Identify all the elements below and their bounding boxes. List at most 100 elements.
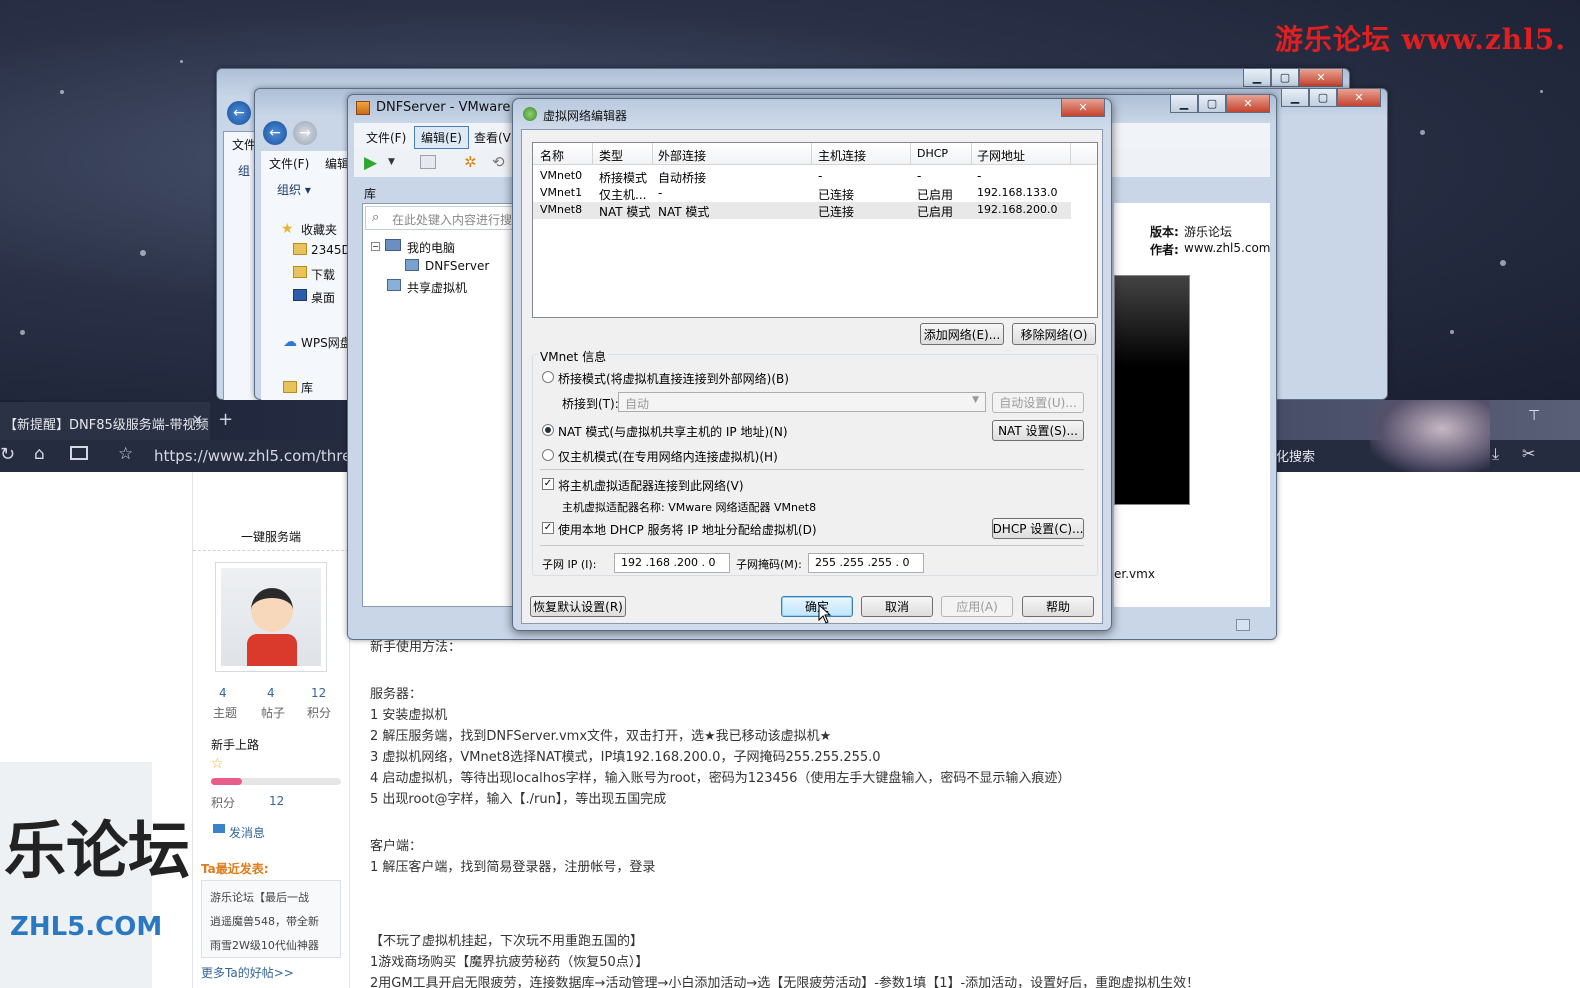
author-label: 作者: xyxy=(1150,243,1179,257)
vmware-menu-view[interactable]: 查看(V) xyxy=(474,129,516,146)
nav-item-favorites[interactable]: 收藏夹 xyxy=(301,221,337,238)
close-icon[interactable]: ✕ xyxy=(1226,95,1270,113)
dhcp-settings-button[interactable]: DHCP 设置(C)... xyxy=(992,518,1084,539)
stat-score-num[interactable]: 12 xyxy=(311,686,326,700)
collapse-icon[interactable]: − xyxy=(371,242,380,251)
add-network-button[interactable]: 添加网络(E)... xyxy=(920,323,1004,345)
vmware-menu-edit[interactable]: 编辑(E) xyxy=(414,126,469,149)
nat-mode-radio[interactable] xyxy=(542,424,554,436)
nav-item-wps[interactable]: WPS网盘 xyxy=(301,334,352,351)
tab-menu-icon[interactable]: ⊤ xyxy=(1528,408,1540,424)
send-message-link[interactable]: 发消息 xyxy=(229,824,265,841)
connect-adapter-checkbox[interactable]: ✓ xyxy=(542,478,554,490)
back-arrow-icon[interactable]: ← xyxy=(227,101,251,125)
bridge-mode-label[interactable]: 桥接模式(将虚拟机直接连接到外部网络)(B) xyxy=(558,370,789,387)
home-icon[interactable]: ⌂ xyxy=(34,444,45,464)
close-icon[interactable]: ✕ xyxy=(1299,69,1343,87)
col-dhcp[interactable]: DHCP xyxy=(917,147,948,160)
subnet-ip-field[interactable]: 192 .168 .200 . 0 xyxy=(614,553,730,573)
col-type[interactable]: 类型 xyxy=(599,147,623,164)
search-hint[interactable]: 化搜索 xyxy=(1276,446,1315,465)
col-host[interactable]: 主机连接 xyxy=(818,147,866,164)
restore-defaults-button[interactable]: 恢复默认设置(R) xyxy=(530,596,626,617)
download-icon[interactable]: ⤓ xyxy=(1492,444,1499,464)
nat-mode-label[interactable]: NAT 模式(与虚拟机共享主机的 IP 地址)(N) xyxy=(558,423,788,440)
nat-settings-button[interactable]: NAT 设置(S)... xyxy=(992,420,1084,441)
url-text[interactable]: https://www.zhl5.com/thread xyxy=(154,447,370,465)
post-line: 5 出现root@字样，输入【./run】，等出现五国完成 xyxy=(370,792,667,807)
connect-adapter-label[interactable]: 将主机虚拟适配器连接到此网络(V) xyxy=(558,477,744,494)
host-only-label[interactable]: 仅主机模式(在专用网络内连接虚拟机)(H) xyxy=(558,448,778,465)
stat-posts-num[interactable]: 4 xyxy=(267,686,275,700)
bridge-mode-radio[interactable] xyxy=(542,371,554,383)
vmnet-info-title: VMnet 信息 xyxy=(538,348,609,365)
minimize-icon[interactable]: ▁ xyxy=(1243,69,1271,87)
refresh-icon[interactable]: ↻ xyxy=(0,444,15,465)
forward-arrow-icon[interactable]: → xyxy=(293,121,317,145)
menu-group-back[interactable]: 组 xyxy=(238,162,250,179)
nav-item-library[interactable]: 库 xyxy=(301,379,313,396)
use-dhcp-label[interactable]: 使用本地 DHCP 服务将 IP 地址分配给虚拟机(D) xyxy=(558,521,817,538)
bridge-to-label: 桥接到(T): xyxy=(562,397,619,411)
close-icon[interactable]: ✕ xyxy=(1061,99,1105,117)
vmware-menu-file[interactable]: 文件(F) xyxy=(366,129,406,146)
snapshot-icon[interactable]: ✲ xyxy=(464,153,477,171)
maximize-icon[interactable]: ▢ xyxy=(1198,95,1226,113)
maximize-icon[interactable]: ▢ xyxy=(1271,69,1299,87)
banner-character-image xyxy=(1370,400,1490,472)
reading-view-icon[interactable] xyxy=(70,446,88,460)
organize-button[interactable]: 组织 ▾ xyxy=(277,181,311,198)
menu-edit[interactable]: 编辑 xyxy=(325,155,349,172)
post-line: 1 安装虚拟机 xyxy=(370,708,448,723)
tree-my-computer[interactable]: 我的电脑 xyxy=(407,239,455,256)
close-icon[interactable]: ✕ xyxy=(1337,89,1381,107)
table-row[interactable]: VMnet0 桥接模式 自动桥接 - - - xyxy=(533,168,1071,185)
maximize-icon[interactable]: ▢ xyxy=(1309,89,1337,107)
use-dhcp-checkbox[interactable]: ✓ xyxy=(542,522,554,534)
host-only-radio[interactable] xyxy=(542,449,554,461)
cancel-button[interactable]: 取消 xyxy=(861,596,933,617)
recent-post-item[interactable]: 雨雪2W级10代仙神器 xyxy=(210,937,319,953)
tree-vm-dnfserver[interactable]: DNFServer xyxy=(425,259,489,273)
suspend-icon[interactable] xyxy=(420,155,436,169)
close-tab-icon[interactable]: ✕ xyxy=(192,413,203,428)
col-subnet[interactable]: 子网地址 xyxy=(977,147,1025,164)
minimize-icon[interactable]: ▁ xyxy=(1170,95,1198,113)
col-external[interactable]: 外部连接 xyxy=(658,147,706,164)
recent-post-item[interactable]: 游乐论坛【最后一战 xyxy=(210,889,309,905)
vm-console-preview[interactable] xyxy=(1114,275,1190,505)
browser-tab[interactable]: 【新提醒】DNF85级服务端-带视频 xyxy=(0,402,210,440)
cell-type: 仅主机... xyxy=(599,188,647,202)
favorite-star-icon[interactable]: ☆ xyxy=(118,444,133,464)
apply-button[interactable]: 应用(A) xyxy=(941,596,1013,617)
help-button[interactable]: 帮助 xyxy=(1022,596,1094,617)
back-arrow-icon[interactable]: ← xyxy=(263,121,287,145)
bridge-to-select[interactable]: 自动 ▼ xyxy=(618,392,986,412)
col-name[interactable]: 名称 xyxy=(540,147,564,164)
stat-topics-num[interactable]: 4 xyxy=(219,686,227,700)
minimize-icon[interactable]: ▁ xyxy=(1281,89,1309,107)
chevron-down-icon: ▼ xyxy=(972,395,979,405)
library-search[interactable]: ⌕ 在此处键入内容进行搜 xyxy=(365,206,513,230)
cell-subnet: 192.168.200.0 xyxy=(977,203,1058,216)
avatar[interactable] xyxy=(215,562,327,672)
nav-item-2345[interactable]: 2345D xyxy=(311,243,351,257)
more-posts-link[interactable]: 更多Ta的好帖>> xyxy=(201,964,294,981)
auto-settings-button[interactable]: 自动设置(U)... xyxy=(992,392,1084,413)
table-row[interactable]: VMnet1 仅主机... - 已连接 已启用 192.168.133.0 xyxy=(533,185,1071,202)
revert-icon[interactable]: ⟲ xyxy=(492,153,505,171)
power-on-icon[interactable]: ▶ xyxy=(364,153,377,173)
nav-item-downloads[interactable]: 下载 xyxy=(311,266,335,283)
nav-item-desktop[interactable]: 桌面 xyxy=(311,289,335,306)
dropdown-arrow-icon[interactable]: ▼ xyxy=(388,157,395,167)
table-row-selected[interactable]: VMnet8 NAT 模式 NAT 模式 已连接 已启用 192.168.200… xyxy=(533,202,1071,219)
remove-network-button[interactable]: 移除网络(O) xyxy=(1012,323,1096,345)
recent-post-item[interactable]: 逍遥魔兽548，带全新 xyxy=(210,913,319,929)
new-tab-icon[interactable]: + xyxy=(218,409,233,430)
subnet-mask-field[interactable]: 255 .255 .255 . 0 xyxy=(808,553,924,573)
menu-file[interactable]: 文件(F) xyxy=(269,155,309,172)
tools-icon[interactable]: ✂ xyxy=(1522,444,1535,463)
tree-shared-vms[interactable]: 共享虚拟机 xyxy=(407,279,467,296)
menu-file-back[interactable]: 文件 xyxy=(232,136,256,153)
ok-button[interactable]: 确定 xyxy=(781,596,853,617)
